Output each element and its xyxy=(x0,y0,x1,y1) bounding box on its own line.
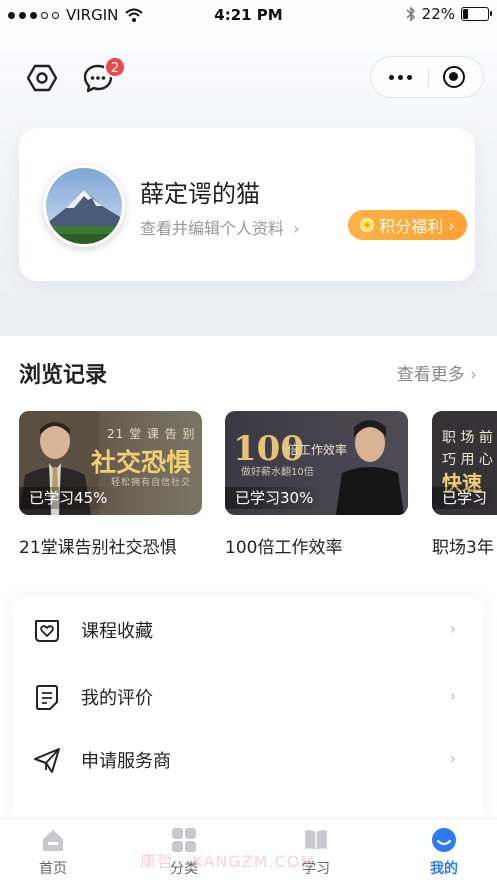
thumb-line: 职 场 前 xyxy=(442,430,493,446)
thumb-caption: 21 堂 课 告 别 xyxy=(107,427,196,441)
menu-item-label: 课程收藏 xyxy=(81,621,153,642)
thumb-line: 巧 用 心 xyxy=(442,452,493,468)
mountain-avatar-image xyxy=(46,168,122,244)
status-bar: VIRGIN 4:21 PM 22% xyxy=(0,0,497,30)
note-icon xyxy=(36,685,58,710)
menu-item-my-reviews[interactable]: 我的评价 › xyxy=(12,671,484,721)
chevron-right-icon: › xyxy=(449,686,456,705)
chevron-right-icon: › xyxy=(449,619,456,638)
username: 薛定谔的猫 xyxy=(140,180,260,208)
watermark: 康哲 · KANGZM.COM xyxy=(140,852,316,871)
more-options-button[interactable] xyxy=(385,65,415,89)
more-dot-icon xyxy=(406,74,412,80)
history-section-title: 浏览记录 xyxy=(19,363,108,388)
tab-label: 我的 xyxy=(430,861,458,877)
home-icon xyxy=(40,827,66,853)
hexagon-settings-icon xyxy=(27,64,57,92)
view-more-link[interactable]: 查看更多 › xyxy=(397,360,477,385)
battery-percent: 22% xyxy=(421,5,455,23)
edit-profile-label: 查看并编辑个人资料 xyxy=(140,219,285,238)
more-dot-icon xyxy=(397,74,403,80)
menu-item-label: 我的评价 xyxy=(81,688,153,709)
chevron-right-icon: › xyxy=(470,365,477,385)
profile-card[interactable]: 薛定谔的猫 查看并编辑个人资料 › 积分福利 › xyxy=(19,128,475,281)
more-dot-icon xyxy=(388,74,394,80)
course-title: 100倍工作效率 xyxy=(225,538,343,558)
chevron-right-icon: › xyxy=(448,215,455,235)
course-progress: 已学习30% xyxy=(225,487,324,509)
paper-plane-icon xyxy=(34,748,60,773)
coin-icon xyxy=(360,218,375,232)
history-course-card[interactable]: 100 倍工作效率 做好薪水翻10倍 已学习30% 100倍工作效率 xyxy=(225,411,408,558)
menu-item-label: 申请服务商 xyxy=(81,751,171,772)
battery-icon xyxy=(461,7,492,21)
thumb-subtitle: 轻松拥有自信社交 xyxy=(111,478,192,488)
bluetooth-icon xyxy=(406,6,415,22)
menu-item-course-favorites[interactable]: 课程收藏 › xyxy=(12,604,484,654)
course-thumbnail: 100 倍工作效率 做好薪水翻10倍 已学习30% xyxy=(225,411,408,515)
course-progress: 已学习45% xyxy=(19,487,118,509)
course-title: 职场3年 xyxy=(432,538,494,558)
menu-item-apply-service-provider[interactable]: 申请服务商 › xyxy=(12,734,484,784)
avatar[interactable] xyxy=(43,165,125,247)
settings-button[interactable] xyxy=(26,62,58,94)
chevron-right-icon: › xyxy=(293,219,300,238)
points-label: 积分福利 xyxy=(379,217,444,236)
menu-card: 课程收藏 › 我的评价 › 申请服务商 › xyxy=(12,596,484,826)
points-rewards-button[interactable]: 积分福利 › xyxy=(348,210,467,240)
course-thumbnail: 职 场 前 巧 用 心 快速 已学习 xyxy=(432,411,497,515)
tab-home[interactable]: 首页 xyxy=(13,827,93,878)
edit-profile-link[interactable]: 查看并编辑个人资料 › xyxy=(140,215,300,239)
profile-icon xyxy=(431,827,457,853)
chevron-right-icon: › xyxy=(449,749,456,768)
tab-label: 首页 xyxy=(39,861,67,877)
presenter-image xyxy=(336,420,404,515)
capsule-divider xyxy=(428,68,429,86)
course-title: 21堂课告别社交恐惧 xyxy=(19,538,177,558)
course-progress: 已学习 xyxy=(432,487,497,509)
message-count-badge: 2 xyxy=(104,56,126,78)
close-mini-program-button[interactable] xyxy=(443,66,465,88)
heart-box-icon xyxy=(35,620,59,642)
tab-mine[interactable]: 我的 xyxy=(404,827,484,878)
course-thumbnail: 21 堂 课 告 别 社交恐惧 轻松拥有自信社交 已学习45% xyxy=(19,411,202,515)
mini-program-capsule xyxy=(370,56,484,98)
battery-level xyxy=(463,9,468,19)
history-course-card[interactable]: 21 堂 课 告 别 社交恐惧 轻松拥有自信社交 已学习45% 21堂课告别社交… xyxy=(19,411,202,558)
view-more-label: 查看更多 xyxy=(396,365,465,385)
status-right: 22% xyxy=(406,5,492,23)
history-course-card[interactable]: 职 场 前 巧 用 心 快速 已学习 职场3年 xyxy=(432,411,497,558)
thumb-headline: 社交恐惧 xyxy=(91,448,192,477)
thumb-subtitle: 做好薪水翻10倍 xyxy=(241,467,314,478)
